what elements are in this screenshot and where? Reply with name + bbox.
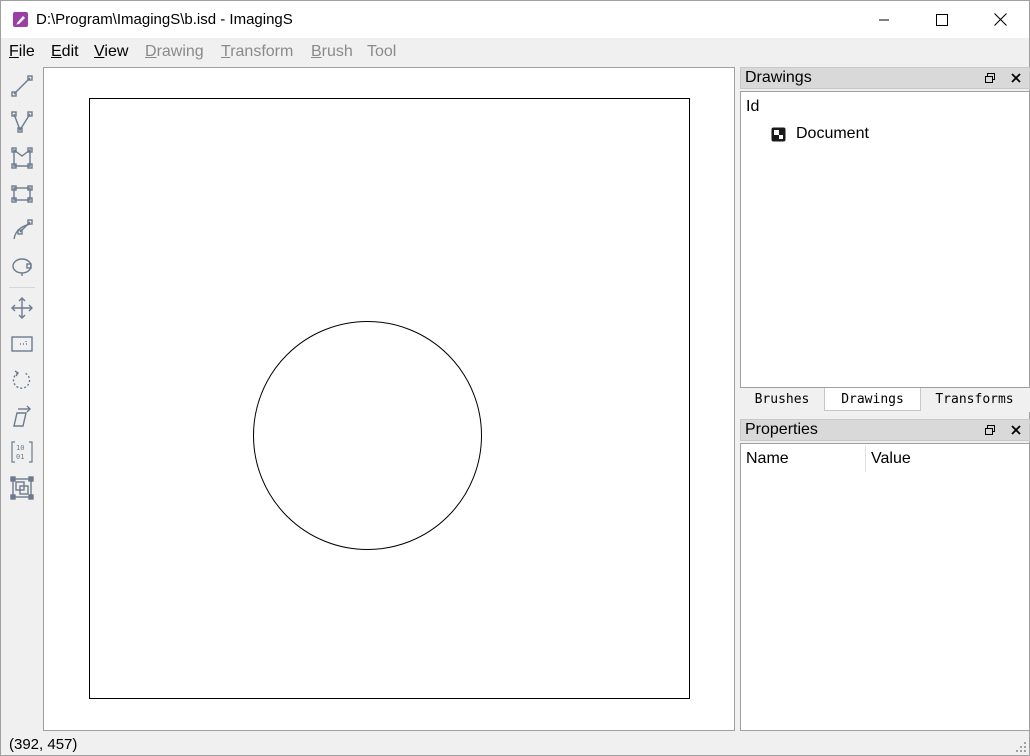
window-title: D:\Program\ImagingS\b.isd - ImagingS: [36, 11, 293, 28]
matrix-tool-icon: 10 01: [11, 441, 33, 463]
menu-drawing[interactable]: Drawing: [145, 43, 204, 61]
menu-tool[interactable]: Tool: [367, 43, 396, 61]
tab-drawings[interactable]: Drawings: [824, 388, 921, 411]
minimize-button[interactable]: [855, 1, 913, 38]
close-icon: [1011, 425, 1021, 435]
drawings-tree[interactable]: Id Document: [740, 91, 1030, 388]
ellipse-drawing[interactable]: [253, 321, 482, 550]
clip-tool-button[interactable]: [7, 329, 37, 359]
drawings-panel-header: Drawings: [740, 67, 1030, 89]
svg-text:10: 10: [16, 444, 24, 452]
skew-tool-icon: [13, 405, 31, 427]
float-panel-button[interactable]: [982, 70, 998, 86]
document-icon: [771, 127, 786, 141]
close-icon: [1011, 73, 1021, 83]
tool-bar: 10 01: [3, 67, 41, 731]
properties-panel-header: Properties: [740, 419, 1030, 441]
float-panel-button[interactable]: [982, 422, 998, 438]
title-bar: D:\Program\ImagingS\b.isd - ImagingS: [1, 1, 1029, 38]
move-tool-icon: [11, 297, 33, 319]
app-icon: [12, 11, 29, 28]
column-header-name[interactable]: Name: [746, 450, 789, 468]
curve-tool-button[interactable]: [7, 215, 37, 245]
document-page[interactable]: [89, 98, 690, 699]
polygon-tool-button[interactable]: [7, 143, 37, 173]
menu-bar: File Edit View Drawing Transform Brush T…: [1, 38, 1029, 66]
polyline-tool-button[interactable]: [7, 107, 37, 137]
polygon-tool-icon: [11, 147, 33, 169]
rectangle-tool-icon: [11, 185, 33, 203]
column-header-value[interactable]: Value: [871, 450, 911, 468]
ellipse-tool-button[interactable]: [7, 251, 37, 281]
close-button[interactable]: [971, 1, 1029, 38]
maximize-button[interactable]: [913, 1, 971, 38]
menu-view[interactable]: View: [94, 43, 128, 61]
close-icon: [993, 13, 1007, 26]
curve-tool-icon: [13, 219, 33, 240]
drawing-canvas[interactable]: [43, 67, 735, 731]
scale-tool-icon: [10, 476, 34, 500]
rectangle-tool-button[interactable]: [7, 179, 37, 209]
properties-table[interactable]: Name Value: [740, 443, 1030, 731]
maximize-icon: [936, 13, 948, 26]
cursor-coordinates: (392, 457): [9, 736, 78, 753]
tree-item-document[interactable]: Document: [771, 125, 869, 143]
polyline-tool-icon: [11, 111, 33, 133]
rotate-tool-button[interactable]: [7, 365, 37, 395]
line-tool-icon: [11, 75, 33, 97]
scale-tool-button[interactable]: [7, 473, 37, 503]
tab-brushes[interactable]: Brushes: [740, 388, 824, 410]
column-divider[interactable]: [865, 446, 866, 472]
line-tool-button[interactable]: [7, 71, 37, 101]
ellipse-tool-icon: [12, 258, 32, 276]
menu-brush[interactable]: Brush: [311, 43, 353, 61]
menu-transform[interactable]: Transform: [221, 43, 293, 61]
menu-file[interactable]: File: [9, 43, 35, 61]
panel-tabs: Brushes Drawings Transforms: [740, 388, 1030, 412]
main-window: D:\Program\ImagingS\b.isd - ImagingS Fil…: [0, 0, 1030, 756]
float-icon: [985, 425, 995, 435]
close-panel-button[interactable]: [1008, 70, 1024, 86]
status-bar: (392, 457): [1, 733, 1029, 755]
properties-panel-title: Properties: [745, 421, 818, 438]
move-tool-button[interactable]: [7, 293, 37, 323]
tab-transforms[interactable]: Transforms: [921, 388, 1028, 410]
properties-header-row: Name Value: [741, 444, 1029, 474]
svg-text:01: 01: [16, 453, 24, 461]
toolbar-separator: [9, 287, 35, 288]
menu-edit[interactable]: Edit: [51, 43, 79, 61]
rotate-tool-icon: [12, 370, 31, 389]
resize-grip-icon[interactable]: [1015, 741, 1027, 753]
clip-tool-icon: [11, 336, 33, 352]
drawings-panel-title: Drawings: [745, 69, 812, 86]
tree-column-header: Id: [746, 98, 760, 115]
matrix-tool-button[interactable]: 10 01: [7, 437, 37, 467]
float-icon: [985, 73, 995, 83]
skew-tool-button[interactable]: [7, 401, 37, 431]
close-panel-button[interactable]: [1008, 422, 1024, 438]
minimize-icon: [879, 19, 889, 20]
tree-item-label: Document: [796, 125, 869, 142]
